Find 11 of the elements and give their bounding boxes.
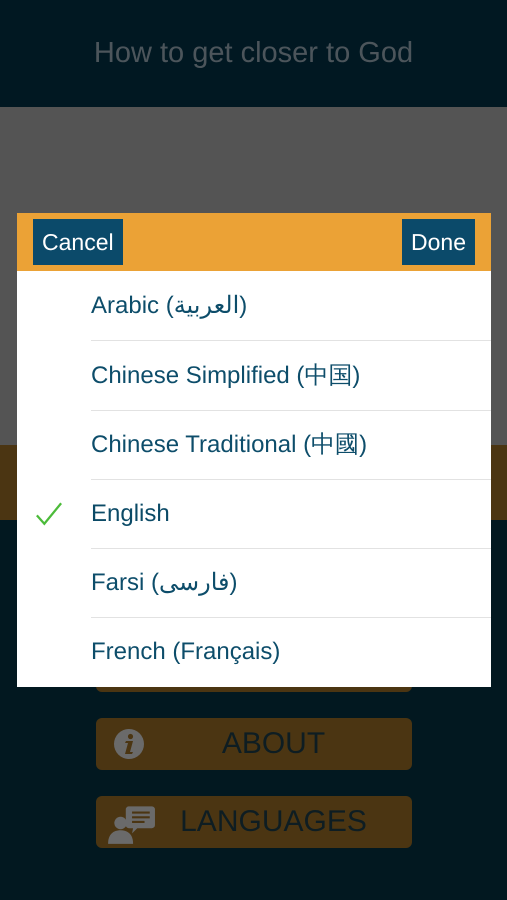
info-icon [112,728,146,760]
done-button[interactable]: Done [402,219,475,265]
language-option[interactable]: Chinese Traditional (中國) [17,410,491,479]
language-option[interactable]: French (Français) [17,617,491,687]
language-option[interactable]: Chinese Simplified (中国) [17,340,491,410]
cancel-button[interactable]: Cancel [33,219,123,265]
language-option[interactable]: Arabic (العربية) [17,271,491,340]
checkmark-icon [35,501,63,526]
language-option[interactable]: Farsi (فارسی) [17,548,491,618]
language-option[interactable]: English [17,478,491,548]
page-title: How to get closer to God [94,37,414,70]
